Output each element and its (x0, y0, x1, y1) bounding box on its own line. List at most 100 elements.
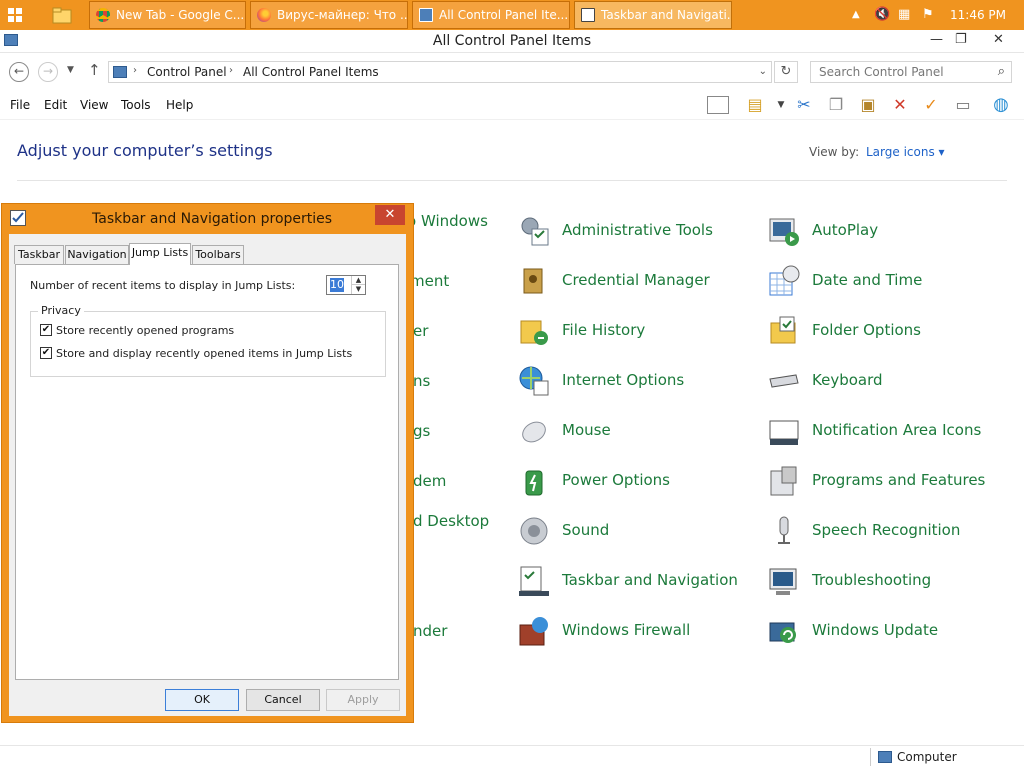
ok-button[interactable]: OK (165, 689, 239, 711)
dialog-title-bar[interactable]: Taskbar and Navigation properties ✕ (2, 204, 413, 234)
mouse-icon (522, 421, 546, 443)
increment-arrow-icon[interactable]: ▲ (351, 276, 365, 285)
breadcrumb-separator[interactable]: › (229, 65, 233, 76)
search-icon[interactable]: ⌕ (998, 64, 1005, 79)
taskbar-button-chrome[interactable]: New Tab - Google C... (89, 1, 246, 29)
up-arrow-icon[interactable]: ↑ (88, 61, 101, 79)
windows-firewall-icon (519, 617, 548, 646)
partial-item[interactable]: d Desktop (413, 512, 489, 530)
power-options-icon (525, 470, 543, 496)
close-button[interactable]: ✕ (993, 32, 1004, 47)
chevron-down-icon[interactable]: ▼ (770, 94, 792, 116)
dialog-close-button[interactable]: ✕ (375, 205, 405, 225)
properties-icon[interactable]: ▭ (952, 94, 974, 116)
taskbar-button-control-panel[interactable]: All Control Panel Ite... (412, 1, 570, 29)
checkbox-checked-icon[interactable]: ✔ (40, 324, 52, 336)
taskbar-properties-icon (581, 8, 595, 22)
privacy-label: Privacy (38, 304, 84, 317)
folder-options-icon[interactable]: ▤ (744, 94, 766, 116)
globe-icon[interactable]: ◍ (990, 94, 1012, 116)
page-title: Adjust your computer’s settings (17, 141, 273, 160)
refresh-button[interactable]: ↻ (774, 61, 798, 83)
paste-icon[interactable]: ▣ (857, 94, 879, 116)
taskbar-button-taskbar-properties[interactable]: Taskbar and Navigati... (574, 1, 732, 29)
file-explorer-icon[interactable] (52, 6, 72, 24)
status-computer: Computer (897, 750, 957, 764)
taskbar-button-firefox[interactable]: Вирус-майнер: Что ... (250, 1, 408, 29)
programs-features-icon (770, 466, 797, 496)
window-title: All Control Panel Items (432, 33, 592, 49)
partial-item[interactable]: nder (413, 622, 447, 640)
credential-manager-icon (523, 268, 543, 294)
tab-toolbars[interactable]: Toolbars (192, 245, 244, 264)
recent-items-value[interactable]: 10 (330, 278, 344, 292)
menu-view[interactable]: View (80, 98, 108, 112)
window-title-bar: All Control Panel Items — ❐ ✕ (0, 30, 1024, 53)
partial-item[interactable]: dem (413, 472, 446, 490)
computer-icon (878, 751, 892, 763)
network-icon[interactable]: ▦ (898, 7, 910, 22)
recent-items-label: Number of recent items to display in Jum… (30, 279, 296, 292)
privacy-group (30, 311, 386, 377)
dialog-title: Taskbar and Navigation properties (92, 211, 333, 227)
taskbar-navigation-icon (519, 566, 549, 596)
microphone-icon (778, 516, 790, 544)
recent-locations-icon[interactable]: ▼ (67, 65, 74, 75)
folder-options-icon (770, 316, 796, 344)
chrome-icon (96, 8, 110, 22)
partial-item[interactable]: ns (413, 372, 430, 390)
partial-item[interactable]: gs (413, 422, 430, 440)
date-time-icon (769, 265, 800, 296)
recent-items-stepper[interactable]: 10 ▲ ▼ (326, 275, 366, 295)
cut-icon[interactable]: ✂ (793, 94, 815, 116)
control-panel-icon (113, 66, 127, 78)
menu-file[interactable]: File (10, 98, 30, 112)
layout-pane-icon[interactable] (707, 96, 729, 114)
breadcrumb-separator[interactable]: › (133, 65, 137, 76)
delete-icon[interactable]: ✕ (889, 94, 911, 116)
control-panel-icon (419, 8, 433, 22)
administrative-tools-icon (521, 217, 549, 246)
tab-navigation[interactable]: Navigation (65, 245, 129, 264)
forward-button[interactable]: → (38, 62, 58, 82)
sound-icon (520, 517, 548, 545)
firefox-icon (257, 8, 271, 22)
tab-taskbar[interactable]: Taskbar (14, 245, 64, 264)
tray-overflow-icon[interactable]: ▲ (852, 9, 860, 20)
volume-muted-icon[interactable]: 🔇 (874, 7, 890, 22)
partial-item[interactable]: ment (410, 272, 449, 290)
address-bar[interactable]: › Control Panel › All Control Panel Item… (108, 61, 772, 83)
minimize-button[interactable]: — (930, 32, 943, 47)
clock[interactable]: 11:46 PM (950, 8, 1006, 22)
action-center-icon[interactable]: ⚑ (922, 7, 934, 22)
status-bar: Computer (0, 745, 1024, 768)
maximize-button[interactable]: ❐ (955, 32, 967, 47)
status-divider (870, 748, 871, 766)
decrement-arrow-icon[interactable]: ▼ (351, 285, 365, 294)
search-input[interactable]: Search Control Panel ⌕ (810, 61, 1012, 83)
start-button[interactable] (6, 6, 32, 24)
checkbox-checked-icon[interactable]: ✔ (40, 347, 52, 359)
menu-tools[interactable]: Tools (121, 98, 151, 112)
breadcrumb-all-items[interactable]: All Control Panel Items (243, 65, 379, 79)
tab-jump-lists[interactable]: Jump Lists (129, 243, 191, 265)
menu-edit[interactable]: Edit (44, 98, 67, 112)
menu-help[interactable]: Help (166, 98, 193, 112)
cancel-button[interactable]: Cancel (246, 689, 320, 711)
keyboard-icon (769, 374, 799, 388)
troubleshooting-icon (769, 568, 797, 595)
breadcrumb-control-panel[interactable]: Control Panel (147, 65, 227, 79)
address-toolbar: ← → ▼ ↑ › Control Panel › All Control Pa… (0, 55, 1024, 89)
apply-button[interactable]: Apply (326, 689, 400, 711)
copy-icon[interactable]: ❐ (825, 94, 847, 116)
windows-update-icon (769, 622, 796, 643)
checkmark-icon[interactable]: ✓ (920, 94, 942, 116)
back-button[interactable]: ← (9, 62, 29, 82)
notification-area-icon (769, 420, 799, 445)
partial-item[interactable]: er (413, 322, 428, 340)
dialog-body: Taskbar Navigation Jump Lists Toolbars N… (9, 234, 406, 716)
autoplay-icon (769, 218, 799, 246)
partial-item[interactable]: o Windows (407, 212, 488, 230)
chevron-down-icon[interactable]: ⌄ (759, 66, 767, 77)
view-by-dropdown[interactable]: Large icons ▾ (866, 145, 945, 159)
